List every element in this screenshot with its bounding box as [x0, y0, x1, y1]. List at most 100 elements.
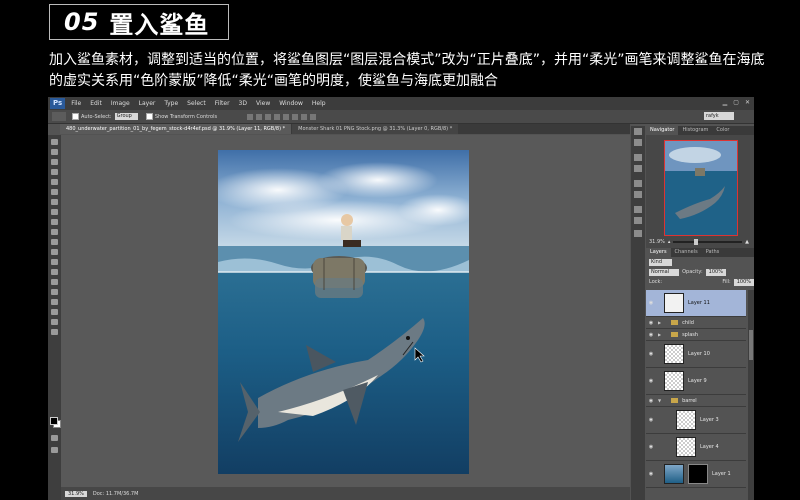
menu-select[interactable]: Select — [187, 100, 206, 107]
adjustments-panel-icon[interactable] — [634, 206, 642, 213]
eraser-tool-icon[interactable] — [51, 239, 58, 245]
layers-scrollbar[interactable] — [748, 290, 754, 500]
auto-select-checkbox[interactable] — [72, 113, 79, 120]
navigator-zoom-value[interactable]: 31.9% — [649, 239, 665, 245]
tab-navigator[interactable]: Navigator — [646, 126, 679, 135]
visibility-eye-icon[interactable]: ◉ — [646, 398, 656, 404]
zoom-out-icon[interactable]: ▴ — [668, 239, 671, 245]
menu-window[interactable]: Window — [279, 100, 303, 107]
foreground-color-swatch[interactable] — [50, 417, 58, 425]
character-panel-icon[interactable] — [634, 180, 642, 187]
expand-caret-icon[interactable]: ▶ — [658, 332, 661, 337]
menu-type[interactable]: Type — [164, 100, 178, 107]
layer-mask-thumbnail[interactable] — [688, 464, 708, 484]
navigator-preview[interactable] — [664, 140, 738, 236]
layer-row[interactable]: ◉ Layer 3 — [646, 407, 746, 434]
visibility-eye-icon[interactable]: ◉ — [646, 471, 656, 477]
distribute-icon[interactable] — [301, 113, 308, 120]
visibility-eye-icon[interactable]: ◉ — [646, 332, 656, 338]
doc-tab-active[interactable]: 480_underwater_partition_01_by_fegem_sto… — [60, 124, 292, 134]
align-left-icon[interactable] — [274, 113, 281, 120]
align-middle-icon[interactable] — [256, 113, 263, 120]
eyedropper-tool-icon[interactable] — [51, 189, 58, 195]
menu-3d[interactable]: 3D — [239, 100, 247, 107]
properties-panel-icon[interactable] — [634, 217, 642, 224]
tab-color[interactable]: Color — [712, 126, 733, 135]
move-tool-preset-icon[interactable] — [52, 112, 66, 121]
stamp-tool-icon[interactable] — [51, 219, 58, 225]
zoom-in-icon[interactable]: ▲ — [745, 239, 749, 245]
path-select-tool-icon[interactable] — [51, 299, 58, 305]
show-transform-checkbox[interactable] — [145, 113, 153, 120]
blur-tool-icon[interactable] — [51, 259, 58, 265]
layer-group-row[interactable]: ◉ ▶ splash — [646, 329, 746, 341]
menu-edit[interactable]: Edit — [90, 100, 102, 107]
fill-input[interactable]: 100% — [733, 278, 754, 286]
layer-row[interactable]: ◉ Layer 1 — [646, 461, 746, 488]
shape-tool-icon[interactable] — [51, 309, 58, 315]
expand-caret-icon[interactable]: ▶ — [658, 320, 661, 325]
distribute-horizontal-icon[interactable] — [310, 113, 317, 120]
visibility-eye-icon[interactable]: ◉ — [646, 320, 656, 326]
tab-histogram[interactable]: Histogram — [678, 126, 712, 135]
layer-row[interactable]: ◉ Layer 4 — [646, 434, 746, 461]
maximize-icon[interactable]: ▢ — [733, 99, 739, 106]
gradient-tool-icon[interactable] — [51, 249, 58, 255]
paragraph-panel-icon[interactable] — [634, 191, 642, 198]
visibility-eye-icon[interactable]: ◉ — [646, 378, 656, 384]
align-right-icon[interactable] — [292, 113, 299, 120]
zoom-slider[interactable] — [673, 239, 743, 245]
visibility-eye-icon[interactable]: ◉ — [646, 417, 656, 423]
minimize-icon[interactable]: ▁ — [723, 99, 728, 106]
menu-layer[interactable]: Layer — [139, 100, 156, 107]
layers-scrollbar-thumb[interactable] — [749, 330, 753, 360]
crop-tool-icon[interactable] — [51, 179, 58, 185]
align-center-icon[interactable] — [283, 113, 290, 120]
menu-help[interactable]: Help — [312, 100, 326, 107]
opacity-input[interactable]: 100% — [705, 268, 726, 276]
move-tool-icon[interactable] — [51, 139, 58, 145]
layer-group-row[interactable]: ◉ ▶ child — [646, 317, 746, 329]
blend-mode-select[interactable]: Normal — [649, 268, 680, 276]
hand-tool-icon[interactable] — [51, 319, 58, 325]
tab-channels[interactable]: Channels — [671, 248, 702, 257]
visibility-eye-icon[interactable]: ◉ — [646, 444, 656, 450]
align-bottom-icon[interactable] — [265, 113, 272, 120]
quick-select-tool-icon[interactable] — [51, 169, 58, 175]
align-top-icon[interactable] — [247, 113, 254, 120]
history-brush-tool-icon[interactable] — [51, 229, 58, 235]
quick-mask-icon[interactable] — [51, 435, 58, 441]
visibility-eye-icon[interactable]: ◉ — [646, 300, 656, 306]
clone-source-icon[interactable] — [634, 230, 642, 237]
tab-layers[interactable]: Layers — [646, 248, 671, 257]
document-canvas[interactable] — [218, 150, 469, 474]
actions-panel-icon[interactable] — [634, 139, 642, 146]
type-tool-icon[interactable] — [51, 289, 58, 295]
canvas-area[interactable] — [61, 135, 630, 487]
layer-group-row[interactable]: ◉ ▼ barrel — [646, 395, 746, 407]
dodge-tool-icon[interactable] — [51, 269, 58, 275]
workspace-switcher[interactable]: rafyk — [704, 112, 734, 120]
zoom-slider-knob[interactable] — [694, 239, 699, 245]
healing-tool-icon[interactable] — [51, 199, 58, 205]
menu-view[interactable]: View — [256, 100, 270, 107]
visibility-eye-icon[interactable]: ◉ — [646, 351, 656, 357]
menu-filter[interactable]: Filter — [215, 100, 230, 107]
menu-file[interactable]: File — [71, 100, 81, 107]
screen-mode-icon[interactable] — [51, 447, 58, 453]
collapse-caret-icon[interactable]: ▼ — [658, 398, 661, 403]
history-panel-icon[interactable] — [634, 128, 642, 135]
marquee-tool-icon[interactable] — [51, 149, 58, 155]
brush-panel-icon[interactable] — [634, 154, 642, 161]
lasso-tool-icon[interactable] — [51, 159, 58, 165]
auto-select-dropdown[interactable]: Group — [114, 113, 138, 120]
pen-tool-icon[interactable] — [51, 279, 58, 285]
zoom-field[interactable]: 31.9% — [65, 490, 87, 497]
menu-image[interactable]: Image — [111, 100, 130, 107]
doc-tab-shark[interactable]: Monster Shark 01 PNG Stock.png @ 31.3% (… — [292, 124, 459, 134]
layer-row[interactable]: ◉ Layer 10 — [646, 341, 746, 368]
layer-row[interactable]: ◉ Layer 9 — [646, 368, 746, 395]
close-icon[interactable]: ✕ — [745, 99, 750, 106]
brush-tool-icon[interactable] — [51, 209, 58, 215]
brush-presets-icon[interactable] — [634, 165, 642, 172]
